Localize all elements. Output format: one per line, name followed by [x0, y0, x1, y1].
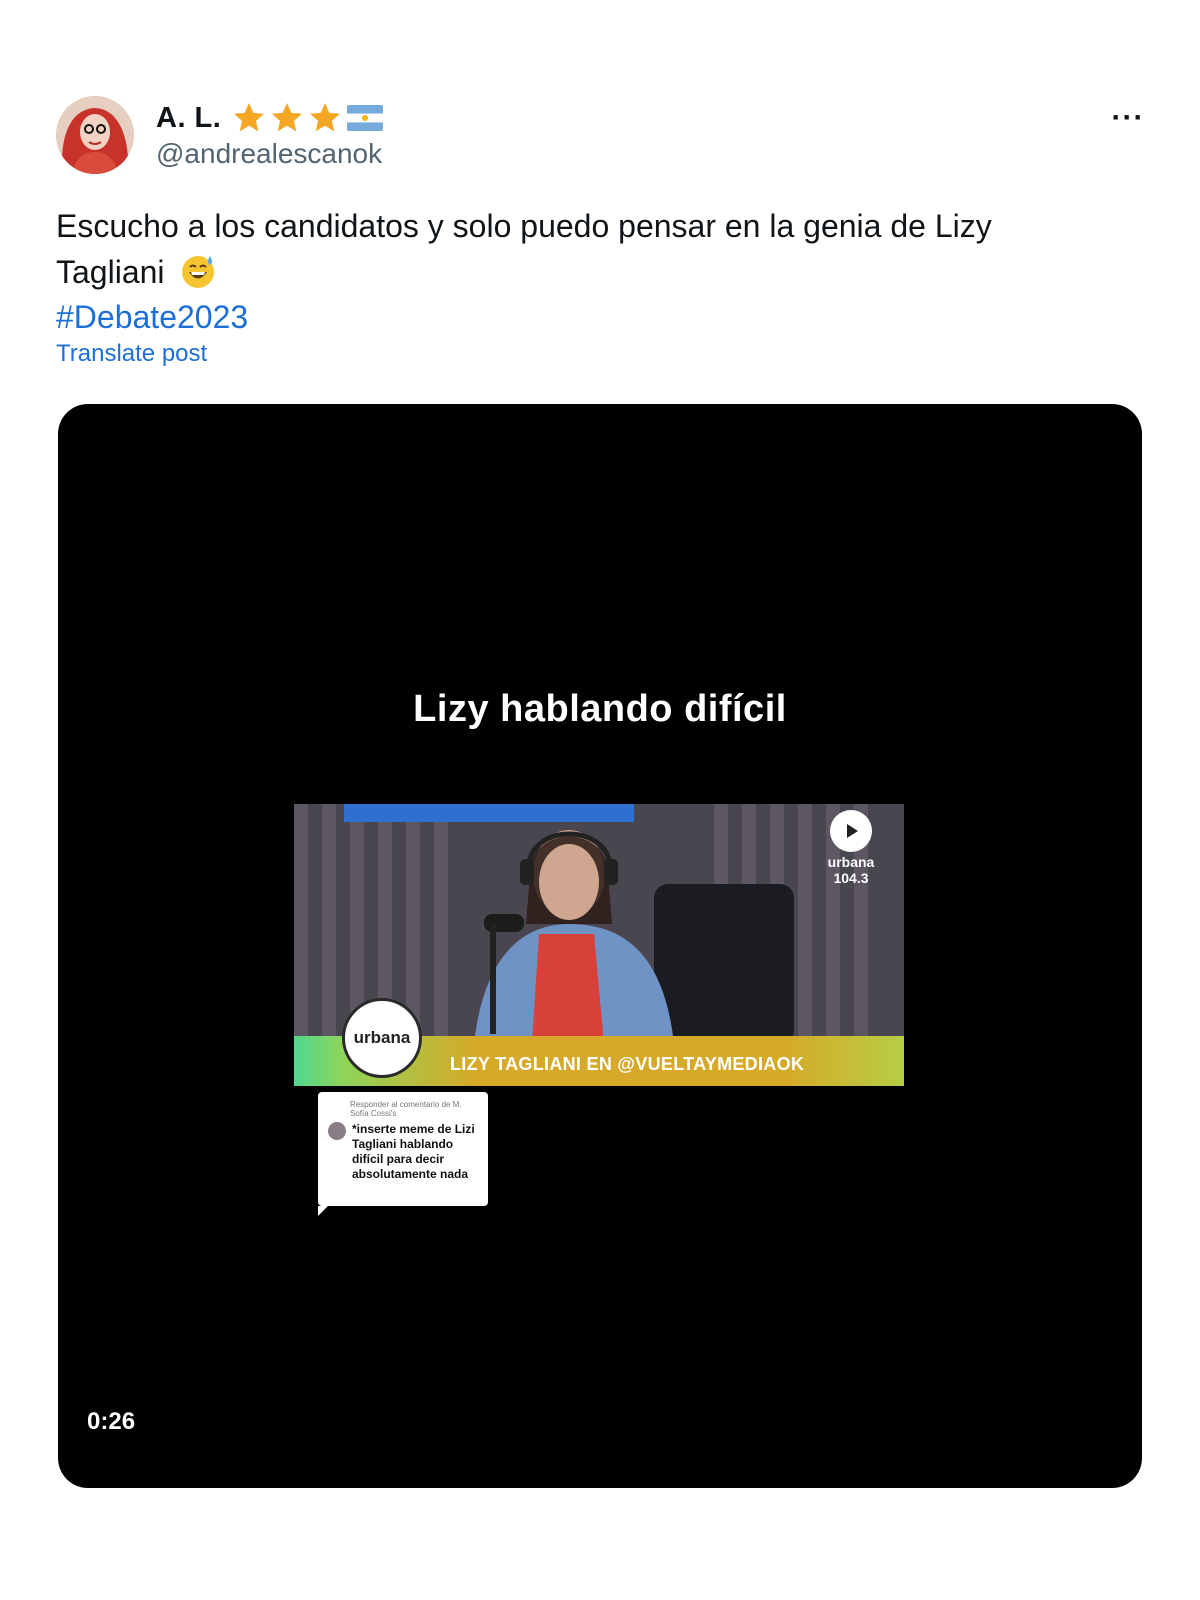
star-icon — [234, 103, 265, 132]
star-icon — [272, 103, 303, 132]
video-frame: urbana LIZY TAGLIANI EN @VUELTAYMEDIAOK … — [294, 804, 904, 1086]
urbana-logo-badge: urbana — [342, 998, 422, 1078]
play-logo-icon — [847, 824, 858, 838]
lower-third-text: LIZY TAGLIANI EN @VUELTAYMEDIAOK — [450, 1054, 805, 1074]
star-icon — [310, 103, 341, 132]
avatar[interactable] — [56, 96, 134, 174]
post-text-container: Escucho a los candidatos y solo puedo pe… — [56, 203, 1056, 295]
display-name[interactable]: A. L. — [156, 102, 221, 135]
more-options-button[interactable]: ··· — [1108, 100, 1148, 136]
tiktok-reply-bubble: Responder al comentario de M. Sofía Coss… — [318, 1092, 488, 1216]
video-duration: 0:26 — [87, 1408, 136, 1435]
argentina-flag-icon — [347, 105, 384, 131]
grinning-face-with-sweat-icon — [182, 256, 215, 288]
name-badges — [231, 100, 384, 136]
reply-avatar — [328, 1122, 346, 1140]
reply-header: Responder al comentario de M. Sofía Coss… — [350, 1100, 462, 1118]
video-caption: Lizy hablando difícil — [413, 688, 787, 730]
video-player[interactable]: Lizy hablando difícil urbana LIZY TAGLIA… — [58, 404, 1142, 1488]
translate-post-link[interactable]: Translate post — [56, 340, 207, 368]
author-row: A. L. — [156, 98, 384, 138]
hashtag-link[interactable]: #Debate2023 — [56, 294, 248, 340]
station-logo-text: urbana 104.3 — [827, 854, 875, 886]
tweet-card: A. L. @andrealescanok ··· Escucho a los … — [0, 0, 1200, 1600]
reply-text: *inserte meme de Lizi Tagliani hablando … — [352, 1122, 475, 1181]
station-logo: urbana 104.3 — [816, 810, 886, 886]
user-handle[interactable]: @andrealescanok — [156, 138, 382, 170]
